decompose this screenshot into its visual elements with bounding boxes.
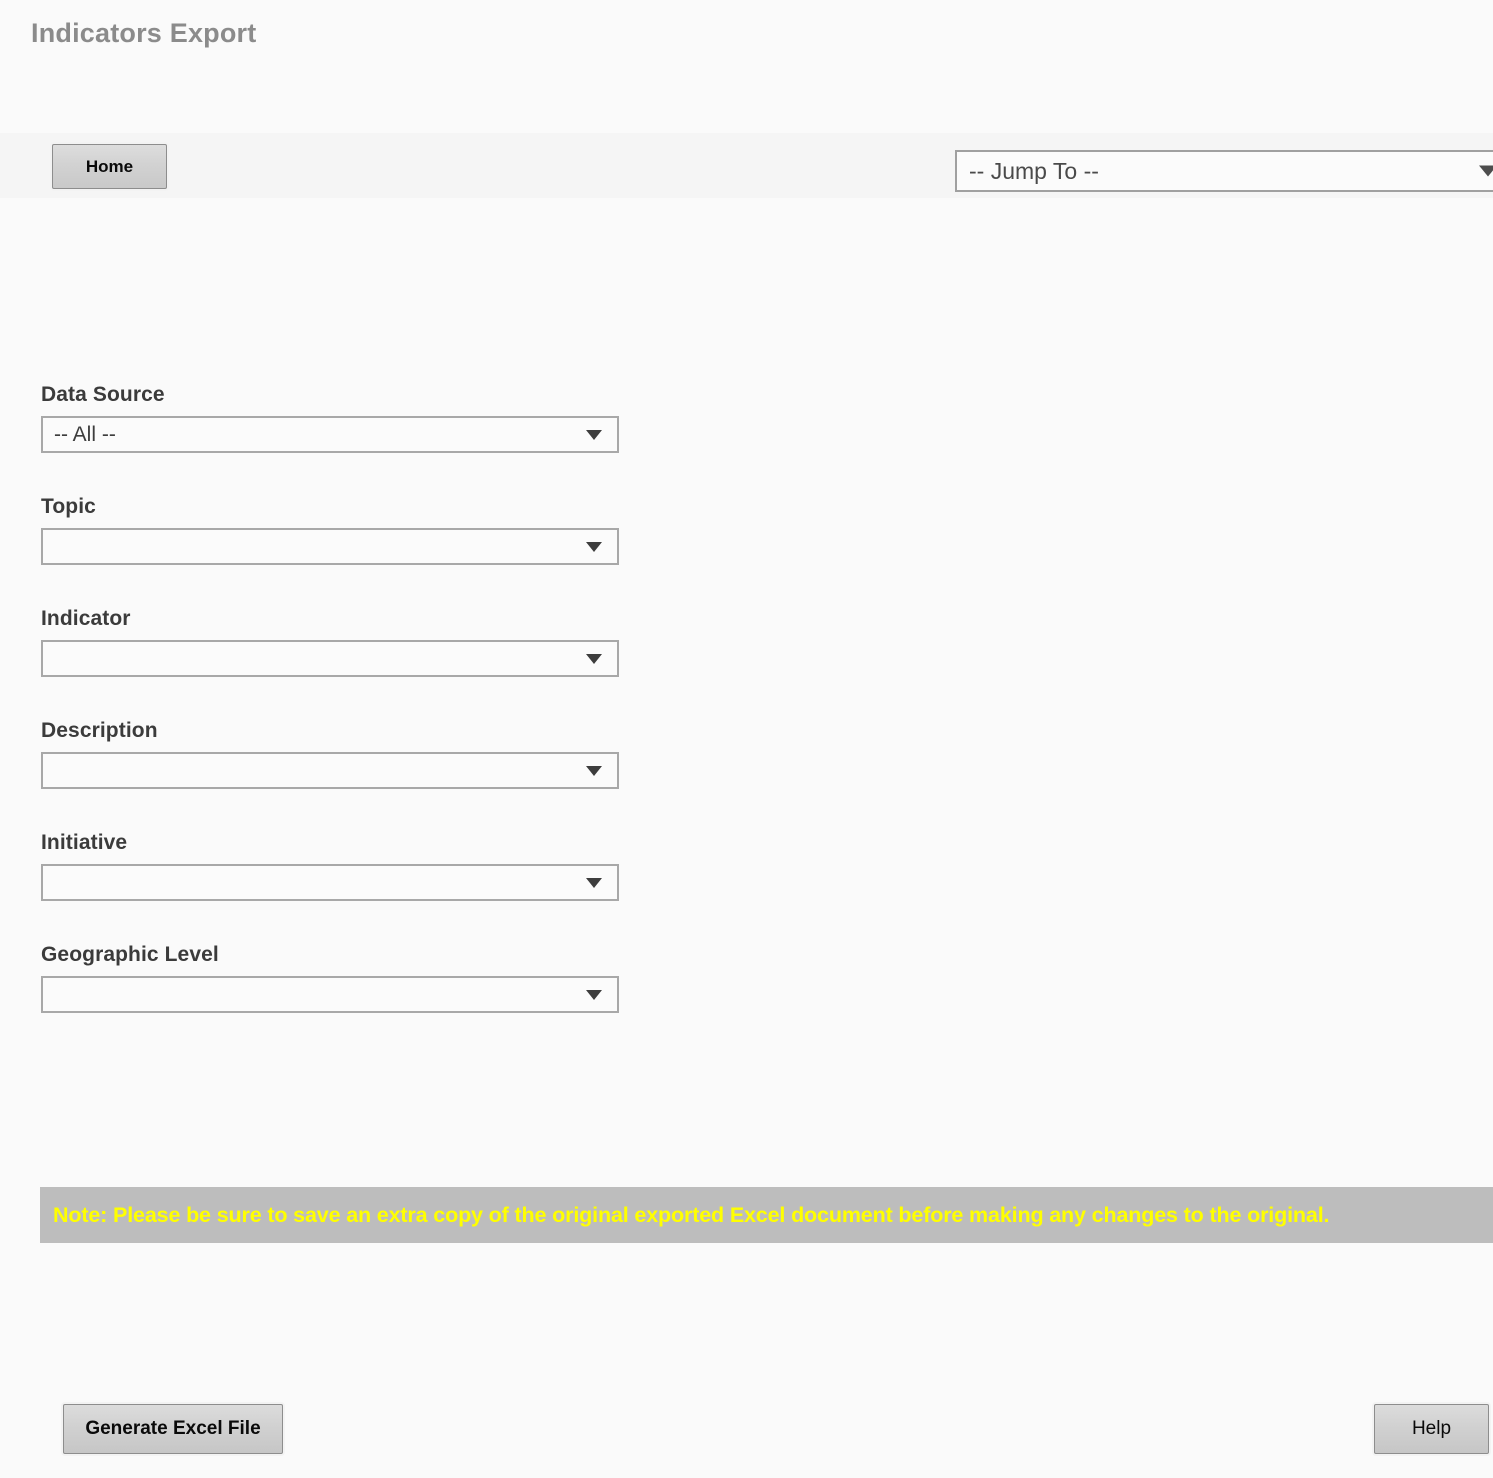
field-label-description: Description xyxy=(41,719,158,742)
data-source-select[interactable]: -- All -- xyxy=(41,416,619,453)
chevron-down-icon xyxy=(586,429,602,440)
field-data-source: Data Source -- All -- xyxy=(41,383,641,453)
chevron-down-icon xyxy=(586,653,602,664)
help-button[interactable]: Help xyxy=(1374,1404,1489,1454)
chevron-down-icon xyxy=(1479,165,1493,177)
field-label-topic: Topic xyxy=(41,495,96,518)
field-initiative: Initiative xyxy=(41,831,641,901)
chevron-down-icon xyxy=(586,989,602,1000)
export-filter-form: Data Source -- All -- Topic Indicator De… xyxy=(41,383,641,1013)
chevron-down-icon xyxy=(586,541,602,552)
description-select[interactable] xyxy=(41,752,619,789)
field-description: Description xyxy=(41,719,641,789)
generate-excel-file-button[interactable]: Generate Excel File xyxy=(63,1404,283,1454)
topic-select[interactable] xyxy=(41,528,619,565)
home-button[interactable]: Home xyxy=(52,144,167,189)
field-label-initiative: Initiative xyxy=(41,831,128,854)
chevron-down-icon xyxy=(586,765,602,776)
indicator-select[interactable] xyxy=(41,640,619,677)
field-topic: Topic xyxy=(41,495,641,565)
note-banner: Note: Please be sure to save an extra co… xyxy=(40,1187,1493,1243)
page-title: Indicators Export xyxy=(31,18,257,48)
field-label-geographic-level: Geographic Level xyxy=(41,943,219,966)
chevron-down-icon xyxy=(586,877,602,888)
field-label-indicator: Indicator xyxy=(41,607,131,630)
geographic-level-select[interactable] xyxy=(41,976,619,1013)
jump-to-selected-value: -- Jump To -- xyxy=(969,158,1099,184)
field-indicator: Indicator xyxy=(41,607,641,677)
jump-to-select[interactable]: -- Jump To -- xyxy=(955,150,1493,192)
note-banner-text: Note: Please be sure to save an extra co… xyxy=(53,1203,1330,1227)
field-geographic-level: Geographic Level xyxy=(41,943,641,1013)
data-source-selected-value: -- All -- xyxy=(54,423,116,446)
initiative-select[interactable] xyxy=(41,864,619,901)
field-label-data-source: Data Source xyxy=(41,383,165,406)
